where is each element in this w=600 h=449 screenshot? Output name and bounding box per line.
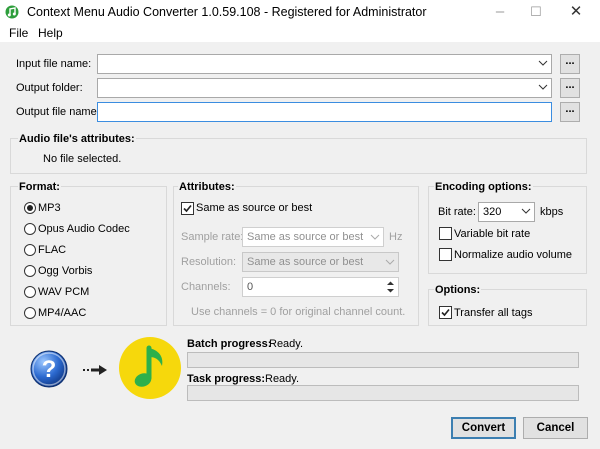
input-browse-button[interactable]: ... bbox=[560, 54, 580, 74]
bitrate-value: 320 bbox=[483, 206, 502, 218]
sample-rate-label: Sample rate: bbox=[181, 231, 244, 243]
channels-hint: Use channels = 0 for original channel co… bbox=[191, 306, 406, 318]
menu-bar: File Help bbox=[0, 24, 600, 42]
question-mark-icon[interactable]: ? bbox=[29, 349, 69, 389]
spinner-arrows-icon[interactable] bbox=[385, 279, 396, 295]
task-progress-bar bbox=[187, 385, 579, 401]
title-bar: Context Menu Audio Converter 1.0.59.108 … bbox=[0, 0, 600, 24]
chevron-down-icon bbox=[370, 234, 380, 240]
menu-file[interactable]: File bbox=[9, 26, 28, 40]
radio-mp3-label[interactable]: MP3 bbox=[38, 202, 61, 214]
convert-button[interactable]: Convert bbox=[451, 417, 516, 439]
sample-rate-combo[interactable]: Same as source or best bbox=[242, 227, 384, 247]
variable-bitrate-label[interactable]: Variable bit rate bbox=[454, 228, 530, 240]
audio-converter-icon bbox=[5, 5, 19, 19]
audio-attributes-status: No file selected. bbox=[43, 153, 122, 165]
resolution-value: Same as source or best bbox=[247, 256, 364, 268]
sample-rate-unit: Hz bbox=[389, 231, 403, 243]
task-progress-status: Ready. bbox=[265, 373, 300, 385]
batch-progress-label: Batch progress: bbox=[187, 338, 272, 350]
radio-mp3[interactable] bbox=[24, 202, 36, 214]
output-name-browse-button[interactable]: ... bbox=[560, 102, 580, 122]
chevron-down-icon bbox=[538, 84, 548, 90]
output-folder-combo[interactable] bbox=[97, 78, 552, 98]
input-file-label: Input file name: bbox=[16, 58, 92, 70]
radio-flac-label[interactable]: FLAC bbox=[38, 244, 66, 256]
audio-attributes-title: Audio file's attributes: bbox=[18, 133, 136, 145]
attributes-title: Attributes: bbox=[178, 181, 236, 193]
output-folder-label: Output folder: bbox=[16, 82, 83, 94]
chevron-down-icon bbox=[521, 208, 531, 214]
cancel-button[interactable]: Cancel bbox=[523, 417, 588, 439]
bitrate-combo[interactable]: 320 bbox=[478, 202, 535, 222]
format-title: Format: bbox=[18, 181, 61, 193]
window-title: Context Menu Audio Converter 1.0.59.108 … bbox=[27, 5, 427, 19]
chevron-down-icon bbox=[385, 259, 395, 265]
output-name-label: Output file name: bbox=[16, 106, 100, 118]
output-name-field[interactable] bbox=[97, 102, 552, 122]
radio-flac[interactable] bbox=[24, 244, 36, 256]
same-as-source-label[interactable]: Same as source or best bbox=[196, 202, 312, 214]
same-as-source-checkbox[interactable] bbox=[181, 202, 194, 215]
options-title: Options: bbox=[434, 284, 482, 296]
minimize-button[interactable]: – bbox=[491, 3, 509, 21]
bitrate-unit: kbps bbox=[540, 206, 564, 218]
radio-mp4-label[interactable]: MP4/AAC bbox=[38, 307, 86, 319]
chevron-down-icon bbox=[538, 60, 548, 66]
task-progress-label: Task progress: bbox=[187, 373, 266, 385]
radio-wav-label[interactable]: WAV PCM bbox=[38, 286, 89, 298]
bitrate-label: Bit rate: bbox=[438, 206, 476, 218]
channels-label: Channels: bbox=[181, 281, 231, 293]
svg-text:?: ? bbox=[42, 356, 57, 383]
radio-wav[interactable] bbox=[24, 286, 36, 298]
music-note-icon bbox=[119, 337, 181, 399]
normalize-volume-checkbox[interactable] bbox=[439, 248, 452, 261]
radio-mp4[interactable] bbox=[24, 307, 36, 319]
radio-ogg[interactable] bbox=[24, 265, 36, 277]
radio-opus[interactable] bbox=[24, 223, 36, 235]
batch-progress-bar bbox=[187, 352, 579, 368]
resolution-combo[interactable]: Same as source or best bbox=[242, 252, 399, 272]
normalize-volume-label[interactable]: Normalize audio volume bbox=[454, 249, 572, 261]
variable-bitrate-checkbox[interactable] bbox=[439, 227, 452, 240]
checkmark-icon bbox=[441, 308, 450, 317]
maximize-button[interactable]: ☐ bbox=[527, 3, 545, 21]
channels-stepper[interactable]: 0 bbox=[242, 277, 399, 297]
transfer-tags-label[interactable]: Transfer all tags bbox=[454, 307, 532, 319]
radio-ogg-label[interactable]: Ogg Vorbis bbox=[38, 265, 92, 277]
arrow-right-icon bbox=[83, 365, 107, 375]
encoding-title: Encoding options: bbox=[434, 181, 533, 193]
checkmark-icon bbox=[183, 204, 192, 213]
input-file-combo[interactable] bbox=[97, 54, 552, 74]
close-button[interactable]: ✕ bbox=[567, 3, 585, 21]
menu-help[interactable]: Help bbox=[38, 26, 63, 40]
channels-value: 0 bbox=[247, 281, 254, 293]
transfer-tags-checkbox[interactable] bbox=[439, 306, 452, 319]
batch-progress-status: Ready. bbox=[269, 338, 304, 350]
sample-rate-value: Same as source or best bbox=[247, 231, 364, 243]
resolution-label: Resolution: bbox=[181, 256, 237, 268]
output-folder-browse-button[interactable]: ... bbox=[560, 78, 580, 98]
radio-opus-label[interactable]: Opus Audio Codec bbox=[38, 223, 130, 235]
